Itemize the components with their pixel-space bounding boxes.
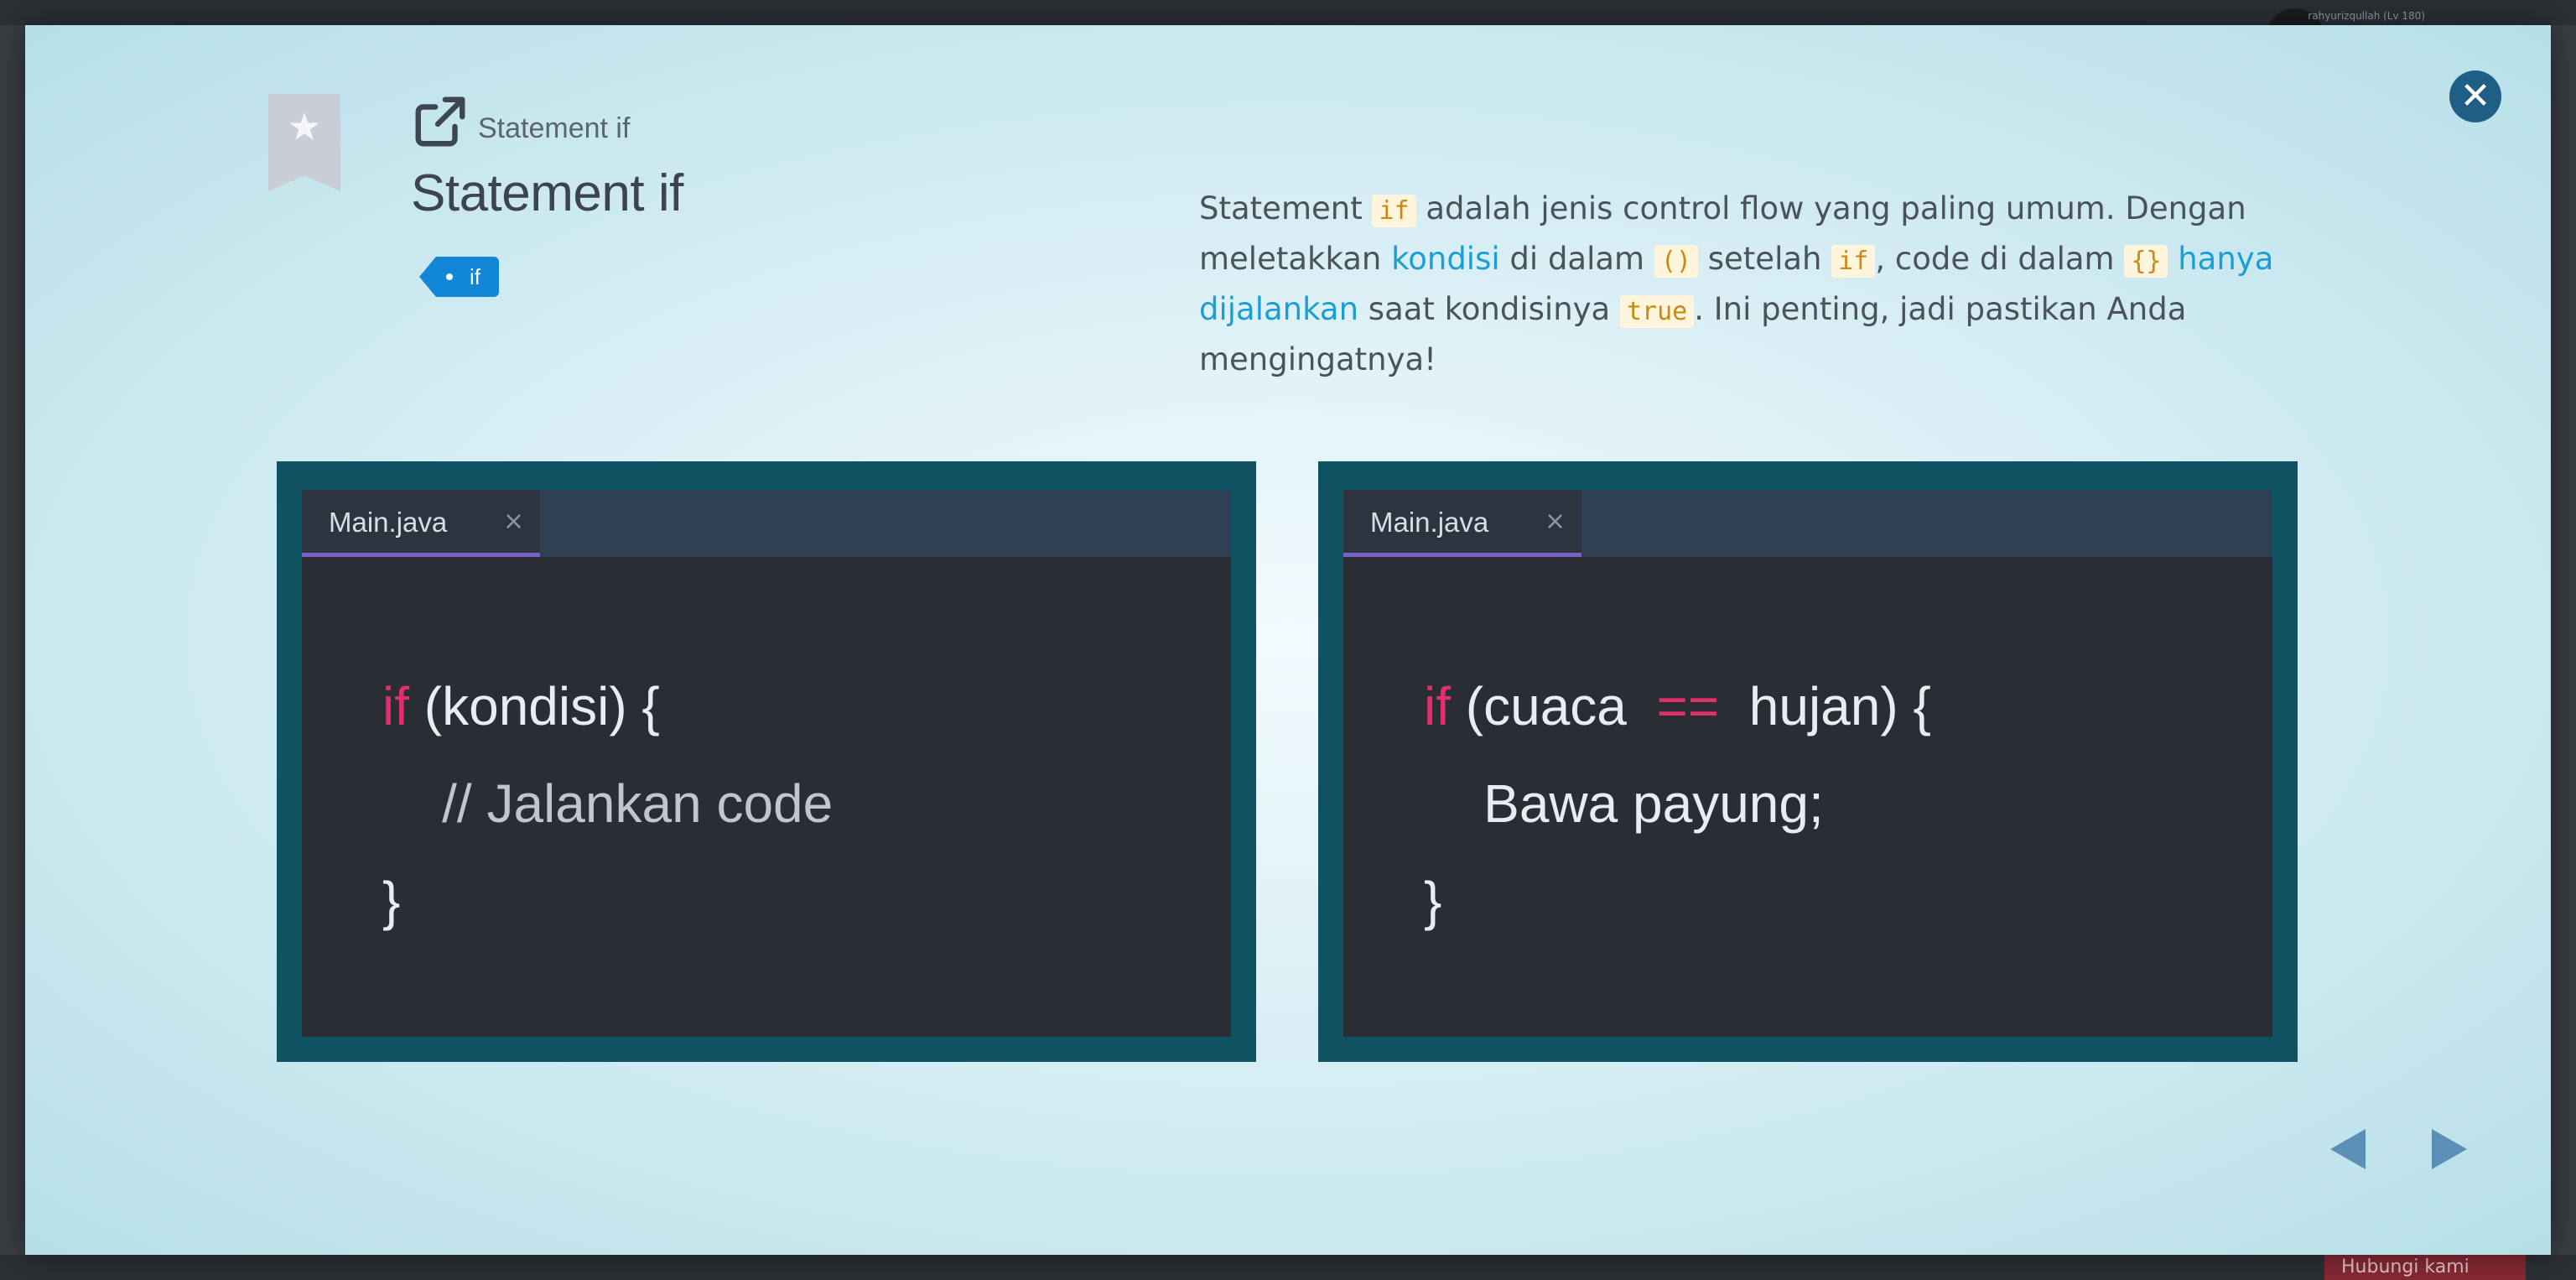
desc-text: setelah: [1698, 241, 1832, 277]
code-text: (kondisi) {: [409, 676, 660, 736]
bookmark-star-icon[interactable]: ★: [268, 94, 340, 191]
code-card-left: Main.java × if (kondisi) { // Jalankan c…: [277, 461, 1256, 1062]
next-arrow-icon[interactable]: [2432, 1129, 2467, 1169]
code-operator: ==: [1656, 676, 1720, 736]
tab-close-icon[interactable]: ×: [503, 507, 524, 536]
code-block: if (cuaca == hujan) { Bawa payung; }: [1424, 658, 1931, 950]
tab-filename: Main.java: [1370, 507, 1489, 538]
code-keyword: if: [382, 676, 409, 736]
inline-code: true: [1619, 295, 1695, 328]
inline-code: (): [1654, 245, 1698, 278]
highlight-text: kondisi: [1391, 241, 1500, 277]
code-line: if (cuaca == hujan) {: [1424, 658, 1931, 755]
close-button[interactable]: ✕: [2449, 70, 2501, 122]
code-keyword: if: [1424, 676, 1451, 736]
external-link-icon[interactable]: [411, 92, 470, 151]
close-icon: ✕: [2459, 75, 2491, 117]
code-card-right: Main.java × if (cuaca == hujan) { Bawa p…: [1318, 461, 2298, 1062]
code-text: (cuaca: [1451, 676, 1657, 736]
tab-filename: Main.java: [329, 507, 448, 538]
star-icon: ★: [287, 104, 322, 149]
backdrop-bottom-bar: [0, 1255, 2576, 1280]
editor-tab-bar: Main.java ×: [1343, 490, 2272, 557]
code-editor: Main.java × if (cuaca == hujan) { Bawa p…: [1343, 490, 2272, 1037]
code-comment: // Jalankan code: [382, 773, 834, 834]
desc-text: Statement: [1199, 190, 1373, 226]
inline-code: {}: [2124, 245, 2168, 278]
breadcrumb: Statement if: [478, 112, 631, 144]
prev-arrow-icon[interactable]: [2330, 1129, 2366, 1169]
desc-text: di dalam: [1499, 241, 1654, 277]
page-title: Statement if: [411, 164, 683, 222]
desc-text: [2168, 241, 2178, 277]
code-line: if (kondisi) {: [382, 658, 833, 755]
inline-code: if: [1831, 245, 1876, 278]
editor-tab[interactable]: Main.java ×: [302, 490, 540, 557]
lesson-modal: ★ Statement if Statement if if Statement…: [25, 25, 2551, 1255]
backdrop-top-bar: [0, 0, 2576, 25]
user-name: rahyurizqullah (Lv 180): [2308, 10, 2425, 22]
desc-text: saat kondisinya: [1358, 291, 1620, 327]
code-line: }: [382, 871, 401, 931]
inline-code: if: [1372, 195, 1416, 227]
editor-tab-bar: Main.java ×: [302, 490, 1231, 557]
code-line: }: [1424, 871, 1442, 931]
code-text: hujan) {: [1719, 676, 1931, 736]
lesson-description: Statement if adalah jenis control flow y…: [1199, 185, 2289, 383]
editor-tab[interactable]: Main.java ×: [1343, 490, 1581, 557]
code-line: Bawa payung;: [1424, 773, 1824, 834]
topic-tag[interactable]: if: [419, 257, 499, 297]
help-button[interactable]: Hubungi kami: [2324, 1255, 2526, 1280]
desc-text: , code di dalam: [1875, 241, 2125, 277]
code-editor: Main.java × if (kondisi) { // Jalankan c…: [302, 490, 1231, 1037]
tab-close-icon[interactable]: ×: [1545, 507, 1566, 536]
code-block: if (kondisi) { // Jalankan code }: [382, 658, 833, 950]
